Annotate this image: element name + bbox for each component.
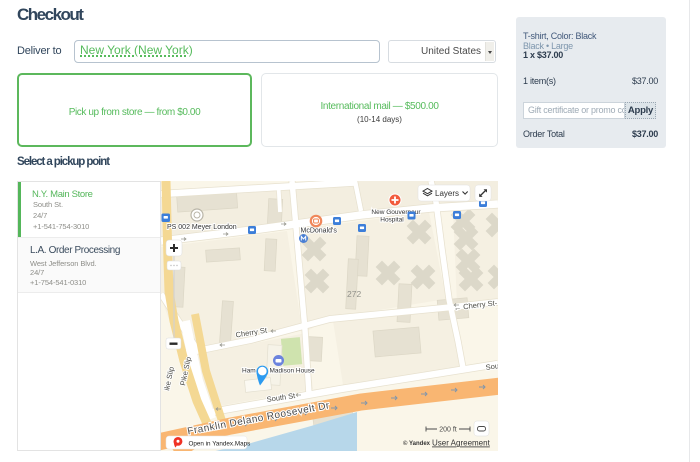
svg-text:Hospital: Hospital xyxy=(380,217,404,224)
svg-text:McDonald's: McDonald's xyxy=(301,228,338,235)
svg-text:Layers: Layers xyxy=(435,189,459,198)
svg-text:PS 002 Meyer London: PS 002 Meyer London xyxy=(167,224,237,231)
svg-text:Ham: Ham xyxy=(242,368,256,375)
svg-text:User Agreement: User Agreement xyxy=(432,439,491,448)
svg-text:Madison House: Madison House xyxy=(270,368,316,375)
svg-text:Sou: Sou xyxy=(485,361,498,372)
svg-text:Open in Yandex.Maps: Open in Yandex.Maps xyxy=(189,441,251,448)
svg-text:200 ft: 200 ft xyxy=(439,427,457,434)
svg-text:272: 272 xyxy=(347,289,361,299)
svg-text:© Yandex: © Yandex xyxy=(403,440,431,447)
